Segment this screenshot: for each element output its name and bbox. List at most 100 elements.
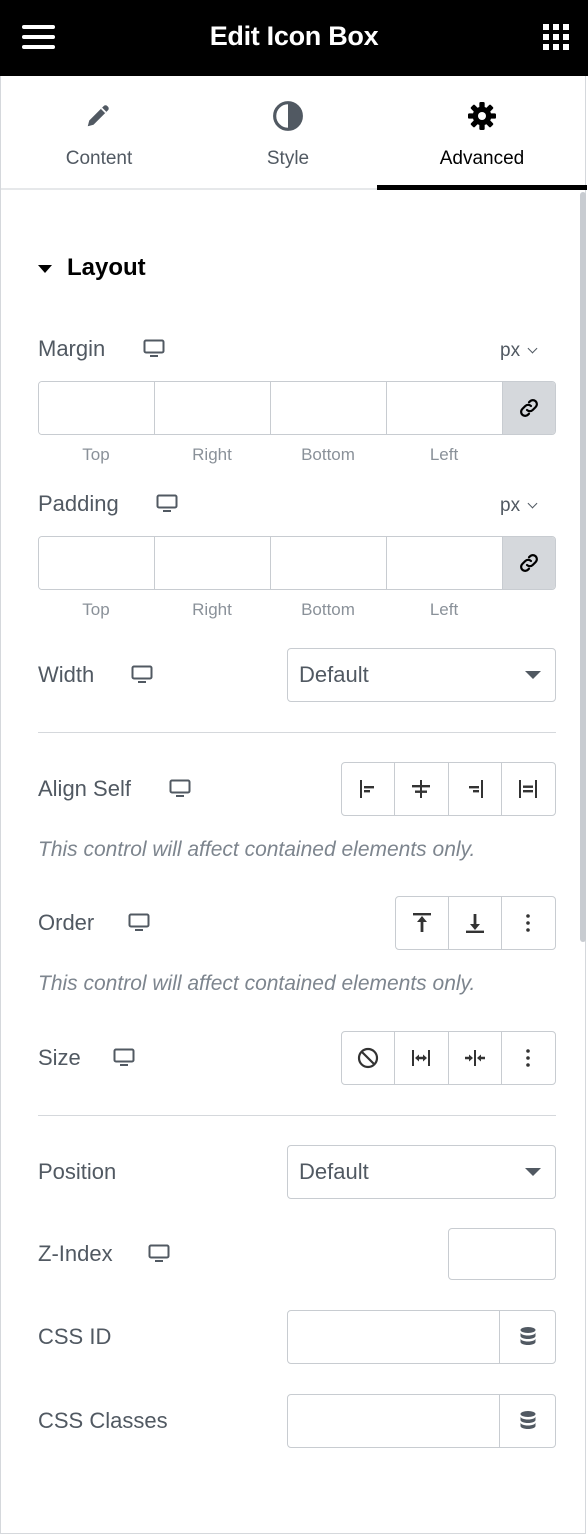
desktop-icon[interactable] (143, 339, 165, 359)
divider (38, 1115, 556, 1116)
panel-title: Edit Icon Box (209, 21, 379, 51)
size-shrink-button[interactable] (449, 1032, 502, 1084)
desktop-icon[interactable] (131, 665, 153, 685)
padding-label: Padding (38, 491, 119, 516)
margin-label: Margin (38, 336, 106, 361)
order-first-button[interactable] (396, 897, 449, 949)
margin-right-label: Right (192, 445, 232, 464)
padding-left-input[interactable] (387, 537, 502, 589)
align-center-icon (412, 780, 431, 798)
z-index-field (448, 1228, 556, 1280)
padding-right-cell (155, 537, 271, 589)
align-stretch-icon (519, 780, 538, 798)
margin-left-input[interactable] (387, 382, 502, 434)
width-select[interactable]: Default (287, 648, 556, 702)
margin-left-label: Left (429, 445, 459, 464)
section-layout-title: Layout (67, 254, 146, 281)
database-icon (520, 1327, 535, 1345)
dynamic-tags-button[interactable] (499, 1395, 555, 1447)
margin-bottom-cell (271, 382, 387, 434)
dynamic-tags-button[interactable] (499, 1311, 555, 1363)
margin-right-input[interactable] (155, 382, 270, 434)
order-more-button[interactable] (502, 897, 555, 949)
padding-unit-select[interactable]: px (500, 495, 538, 517)
order-label: Order (38, 910, 95, 935)
padding-top-cell (39, 537, 155, 589)
desktop-icon[interactable] (113, 1048, 135, 1068)
padding-inputs (38, 536, 556, 590)
caret-down-icon (38, 265, 52, 273)
align-self-stretch-button[interactable] (502, 763, 555, 815)
order-last-button[interactable] (449, 897, 502, 949)
pencil-icon (87, 105, 109, 127)
size-label: Size (38, 1045, 81, 1070)
caret-down-icon (525, 1168, 541, 1176)
margin-top-input[interactable] (39, 382, 154, 434)
desktop-icon[interactable] (148, 1244, 170, 1264)
padding-right-input[interactable] (155, 537, 270, 589)
margin-right-cell (155, 382, 271, 434)
tab-content[interactable]: Content (1, 76, 197, 188)
margin-top-cell (39, 382, 155, 434)
expand-horizontal-icon (412, 1050, 431, 1066)
desktop-icon[interactable] (169, 779, 191, 799)
margin-bottom-input[interactable] (271, 382, 386, 434)
link-icon (520, 554, 538, 572)
shrink-horizontal-icon (464, 1050, 485, 1066)
size-more-button[interactable] (502, 1032, 555, 1084)
css-id-input[interactable] (288, 1311, 499, 1363)
z-index-label: Z-Index (38, 1241, 113, 1266)
tab-advanced[interactable]: Advanced (377, 76, 587, 190)
arrow-down-to-line-icon (466, 914, 484, 933)
padding-unit-value: px (500, 495, 521, 516)
margin-unit-value: px (500, 340, 521, 361)
padding-right-label: Right (192, 600, 232, 619)
gear-icon (468, 102, 496, 130)
css-id-label: CSS ID (38, 1324, 112, 1349)
tab-style[interactable]: Style (197, 76, 379, 188)
z-index-input[interactable] (449, 1229, 555, 1279)
align-start-icon (360, 780, 375, 798)
arrow-up-to-line-icon (413, 913, 431, 932)
css-id-field (287, 1310, 556, 1364)
margin-bottom-label: Bottom (301, 445, 355, 464)
order-note: This control will affect contained eleme… (38, 972, 476, 995)
chevron-down-icon (527, 498, 538, 509)
tab-bar: Content Style Advanced (1, 76, 587, 190)
position-select-value: Default (299, 1159, 369, 1184)
half-circle-icon (273, 101, 303, 131)
link-icon (520, 399, 538, 417)
desktop-icon[interactable] (128, 913, 150, 933)
scrollbar[interactable] (580, 192, 586, 942)
margin-unit-select[interactable]: px (500, 340, 538, 362)
css-classes-field (287, 1394, 556, 1448)
tab-content-label: Content (65, 148, 133, 169)
section-layout-toggle[interactable]: Layout (38, 254, 146, 282)
position-label: Position (38, 1159, 117, 1184)
margin-link-button[interactable] (503, 382, 555, 434)
size-grow-button[interactable] (395, 1032, 449, 1084)
size-none-button[interactable] (342, 1032, 396, 1084)
align-self-label: Align Self (38, 776, 131, 801)
size-buttons (341, 1031, 556, 1085)
padding-top-label: Top (82, 600, 110, 619)
chevron-down-icon (527, 343, 538, 354)
tab-advanced-label: Advanced (439, 148, 525, 169)
grid-icon[interactable] (543, 24, 569, 50)
padding-bottom-input[interactable] (271, 537, 386, 589)
position-select[interactable]: Default (287, 1145, 556, 1199)
padding-link-button[interactable] (503, 537, 555, 589)
align-self-center-button[interactable] (395, 763, 449, 815)
width-select-value: Default (299, 662, 369, 687)
padding-bottom-cell (271, 537, 387, 589)
margin-top-label: Top (82, 445, 110, 464)
css-classes-input[interactable] (288, 1395, 499, 1447)
more-vertical-icon (526, 1049, 531, 1067)
align-self-start-button[interactable] (342, 763, 396, 815)
desktop-icon[interactable] (156, 494, 178, 514)
align-self-end-button[interactable] (449, 763, 502, 815)
order-buttons (395, 896, 556, 950)
margin-left-cell (387, 382, 503, 434)
margin-inputs (38, 381, 556, 435)
padding-top-input[interactable] (39, 537, 154, 589)
